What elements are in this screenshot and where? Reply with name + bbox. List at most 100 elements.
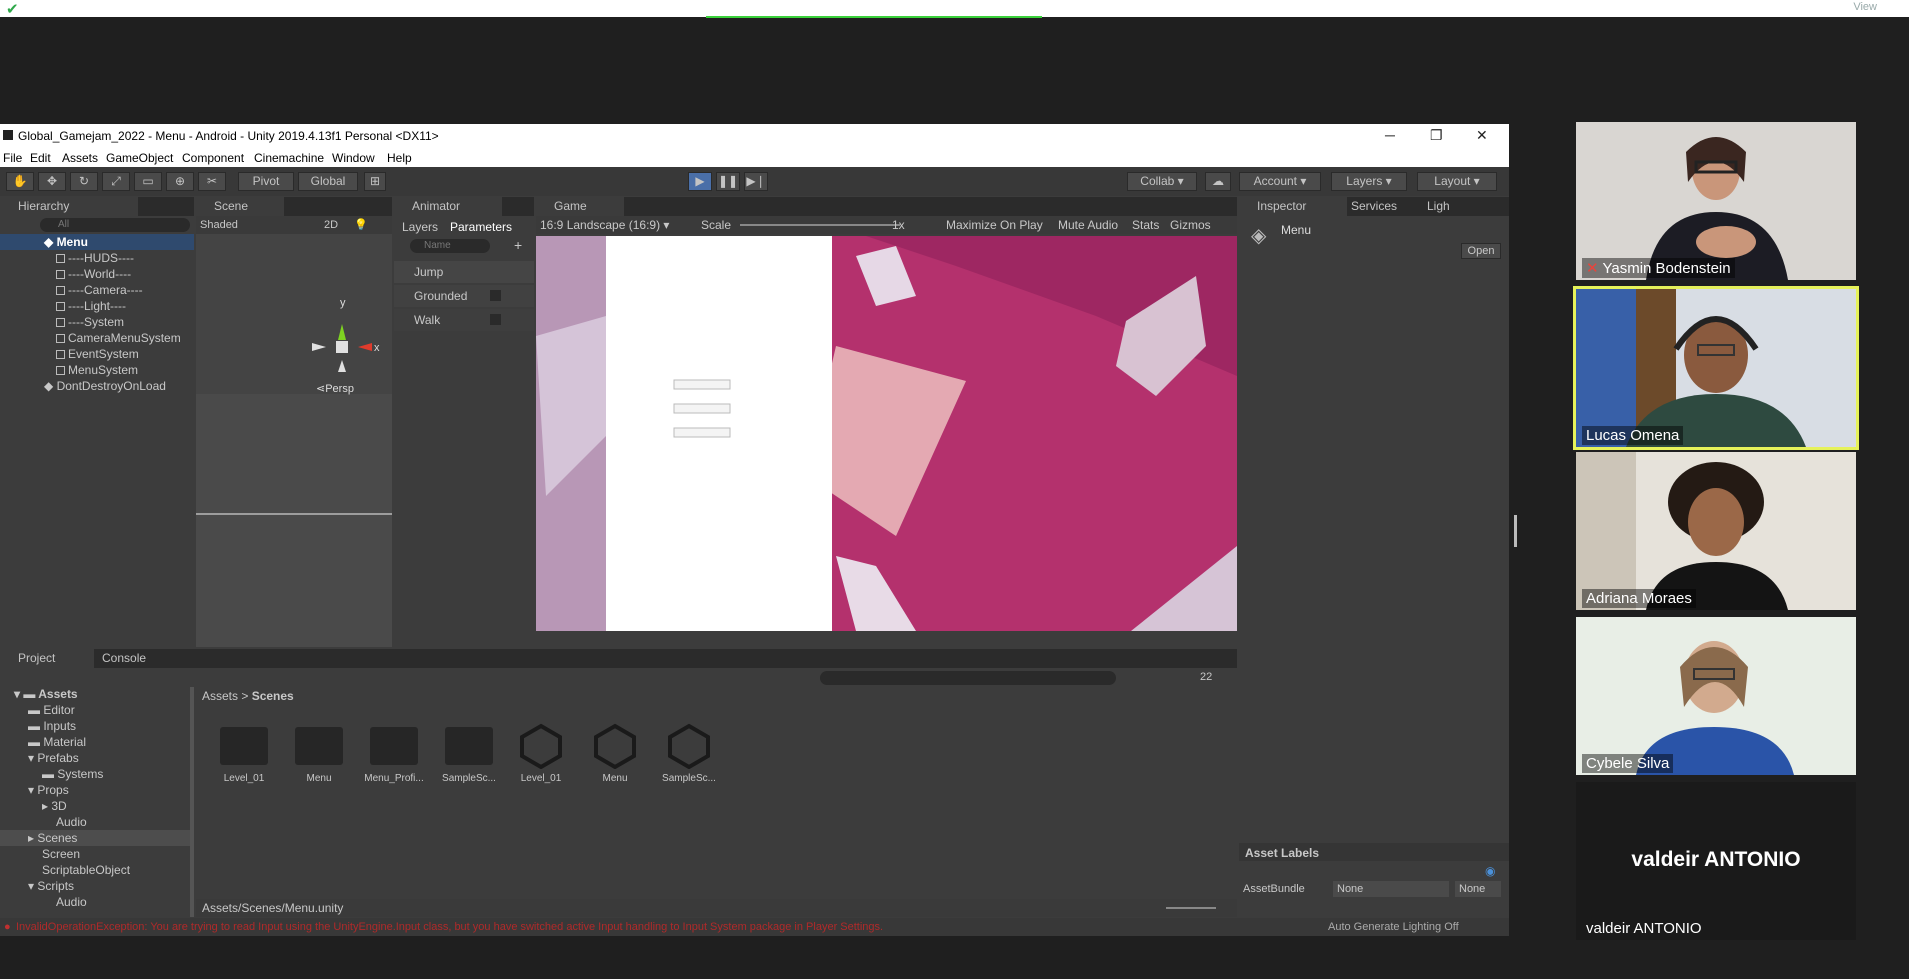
param-checkbox[interactable] [490,290,501,301]
folder-icon[interactable] [295,727,343,765]
scale-tool-icon[interactable]: ⤢ [102,172,130,191]
menu-window[interactable]: Window [332,151,375,165]
transform-tool-icon[interactable]: ⊕ [166,172,194,191]
tree-item[interactable]: ▾ Prefabs [28,751,79,765]
folder-icon[interactable] [370,727,418,765]
participant-video-2[interactable]: Lucas Omena [1573,286,1859,450]
console-error-message[interactable]: InvalidOperationException: You are tryin… [16,918,1086,936]
parameter-search-input[interactable]: Name [410,239,490,253]
tree-item[interactable]: ▬ Inputs [28,719,76,733]
menu-gameobject[interactable]: GameObject [106,151,173,165]
tab-animator[interactable]: Animator [394,197,502,216]
tree-item[interactable]: ▸ 3D [42,799,67,813]
tree-item[interactable]: ▬ Editor [28,703,75,717]
tree-item[interactable]: Screen [42,847,80,861]
hierarchy-item[interactable]: ----Camera---- [56,283,143,297]
hierarchy-item[interactable]: ----World---- [56,267,131,281]
param-row[interactable]: Grounded [394,285,534,307]
tab-lighting[interactable]: Ligh [1409,197,1487,216]
participant-video-5[interactable]: valdeir ANTONIO valdeir ANTONIO [1576,782,1856,940]
tab-scene[interactable]: Scene [196,197,284,216]
unity-scene-icon[interactable] [666,723,712,769]
menu-assets[interactable]: Assets [62,151,98,165]
snap-icon[interactable]: ⊞ [364,172,386,191]
hierarchy-item[interactable]: ----Light---- [56,299,126,313]
param-row[interactable]: Jump [394,261,534,283]
menu-help[interactable]: Help [387,151,412,165]
hand-tool-icon[interactable]: ✋ [6,172,34,191]
icon-size-slider[interactable] [1166,907,1216,909]
minimize-icon[interactable]: ─ [1385,127,1395,143]
tab-inspector[interactable]: Inspector [1239,197,1347,216]
move-tool-icon[interactable]: ✥ [38,172,66,191]
view-button[interactable]: View [1853,1,1877,13]
account-dropdown[interactable]: Account ▾ [1239,172,1321,191]
menu-edit[interactable]: Edit [30,151,51,165]
tab-hierarchy[interactable]: Hierarchy [0,197,138,216]
open-button[interactable]: Open [1461,243,1501,259]
restore-icon[interactable]: ❐ [1430,127,1443,144]
tree-item[interactable]: ▬ Systems [42,767,103,781]
unity-scene-icon[interactable] [592,723,638,769]
gizmos-dropdown[interactable]: Gizmos [1170,218,1211,232]
breadcrumb-current[interactable]: Scenes [252,689,294,703]
breadcrumb-root[interactable]: Assets [202,689,238,703]
participant-video-1[interactable]: ✕ Yasmin Bodenstein [1576,122,1856,280]
persp-toggle[interactable]: ⋖Persp [316,382,354,395]
animator-layers-tab[interactable]: Layers [402,220,438,234]
tab-project[interactable]: Project [0,649,94,668]
rect-tool-icon[interactable]: ▭ [134,172,162,191]
global-toggle[interactable]: Global [298,172,358,191]
param-row[interactable]: Walk [394,309,534,331]
add-parameter-icon[interactable]: + [514,237,522,253]
folder-icon[interactable] [220,727,268,765]
animator-parameters-tab[interactable]: Parameters [450,220,512,234]
menu-cinemachine[interactable]: Cinemachine [254,151,324,165]
asset-bundle-variant-dropdown[interactable]: None [1455,881,1501,897]
folder-icon[interactable] [445,727,493,765]
scene-root[interactable]: ◆ Menu [44,235,88,249]
aspect-dropdown[interactable]: 16:9 Landscape (16:9) ▾ [540,218,669,232]
asset-bundle-dropdown[interactable]: None [1333,881,1449,897]
tab-console[interactable]: Console [84,649,182,668]
menu-file[interactable]: File [3,151,22,165]
menu-component[interactable]: Component [182,151,244,165]
hierarchy-item[interactable]: MenuSystem [56,363,138,377]
maximize-on-play-toggle[interactable]: Maximize On Play [946,218,1043,232]
step-button[interactable]: ▶❘ [744,172,768,191]
layout-dropdown[interactable]: Layout ▾ [1417,172,1497,191]
mute-audio-toggle[interactable]: Mute Audio [1058,218,1118,232]
hierarchy-item[interactable]: ----System [56,315,124,329]
play-button[interactable]: ▶ [688,172,712,191]
hierarchy-item[interactable]: ◆ DontDestroyOnLoad [44,379,166,393]
tree-item[interactable]: ▸ Scenes [28,831,77,845]
cloud-icon[interactable]: ☁ [1205,172,1231,191]
tree-item[interactable]: ▾ Scripts [28,879,74,893]
scale-slider[interactable] [740,224,900,226]
tree-item[interactable]: ▾ Props [28,783,69,797]
hierarchy-search-input[interactable]: All [40,218,190,232]
tree-item[interactable]: Audio [56,895,87,909]
2d-toggle[interactable]: 2D [324,219,338,231]
tree-scrollbar[interactable] [190,687,194,917]
param-checkbox[interactable] [490,314,501,325]
tree-item[interactable]: ▬ Material [28,735,86,749]
pause-button[interactable]: ❚❚ [716,172,740,191]
participant-video-4[interactable]: Cybele Silva [1576,617,1856,775]
light-icon[interactable]: 💡 [354,218,368,231]
participant-video-3[interactable]: Adriana Moraes [1576,452,1856,610]
tab-game[interactable]: Game [536,197,624,216]
hierarchy-item[interactable]: CameraMenuSystem [56,331,181,345]
tree-item[interactable]: Audio [56,815,87,829]
shading-dropdown[interactable]: Shaded [200,219,238,231]
unity-scene-icon[interactable] [518,723,564,769]
hierarchy-item[interactable]: ----HUDS---- [56,251,134,265]
collab-dropdown[interactable]: Collab ▾ [1127,172,1197,191]
tree-item[interactable]: ScriptableObject [42,863,130,877]
tree-item[interactable]: ▾ ▬ Assets [14,687,78,701]
project-search-input[interactable] [820,671,1116,685]
game-viewport[interactable] [536,236,1237,631]
label-tag-icon[interactable]: ◉ [1485,864,1495,878]
close-icon[interactable]: ✕ [1476,127,1488,144]
layers-dropdown[interactable]: Layers ▾ [1331,172,1407,191]
